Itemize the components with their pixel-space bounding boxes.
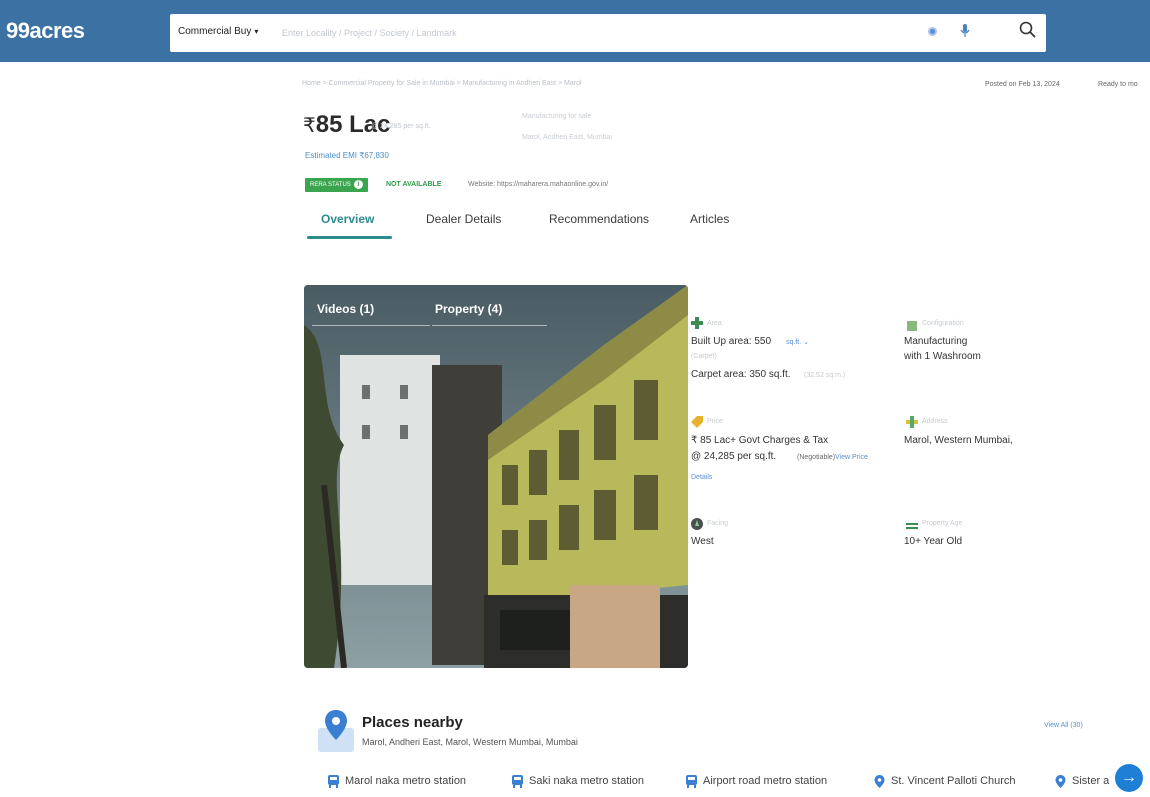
project-title: Manufacturing for sale [522,113,592,120]
place-chip-church[interactable]: St. Vincent Palloti Church [874,770,1016,792]
view-price-link[interactable]: View Price [835,454,868,461]
search-type-dropdown[interactable]: Commercial Buy ▾ [178,26,258,37]
places-nearby-title: Places nearby [362,714,463,731]
property-photo[interactable] [304,285,688,668]
price-tag-icon [691,416,703,428]
price-per-sqft: @ 24,285 per sq.ft. [371,123,431,130]
carpet-area: Carpet area: 350 sq.ft. [691,369,791,380]
configuration-washroom: with 1 Washroom [904,351,981,362]
property-age-label: Property Age [922,520,963,527]
rera-badge: RERA STATUS i [305,178,368,192]
price-details-link[interactable]: Details [691,474,712,481]
place-chip-saki-naka[interactable]: Saki naka metro station [512,770,644,792]
mic-icon[interactable] [960,24,970,38]
facing-value: West [691,536,714,547]
property-tab-underline [432,325,547,326]
view-all-places-link[interactable]: View All (30) [1044,722,1083,729]
price-with-charges: ₹ 85 Lac+ Govt Charges & Tax [691,435,829,446]
tab-property-photos[interactable]: Property (4) [435,302,502,316]
facing-label: Facing [707,520,729,527]
places-map-pin-icon [318,710,354,752]
search-icon[interactable] [1018,20,1038,40]
map-pin-icon [1055,774,1066,788]
metro-icon [512,774,523,788]
location-icon[interactable] [928,27,937,36]
map-pin-icon [874,774,885,788]
price-label: Price [707,418,723,425]
tab-overview[interactable]: Overview [321,212,374,226]
address-label: Address [922,418,948,425]
search-input[interactable] [282,20,902,46]
building-photo-image [304,285,688,668]
places-nearby-location: Marol, Andheri East, Marol, Western Mumb… [362,737,578,747]
configuration-icon [907,321,917,331]
scroll-next-arrow-button[interactable]: → [1115,764,1143,792]
carpet-area-sqm: (32.52 sq.m.) [804,372,846,379]
tab-recommendations[interactable]: Recommendations [549,212,649,226]
property-age-value: 10+ Year Old [904,536,963,547]
site-logo[interactable]: 99acres [6,18,85,44]
chevron-down-icon: ▾ [254,27,259,36]
area-icon [691,317,703,329]
emi-estimate[interactable]: Estimated EMI ₹67,830 [305,151,389,160]
tab-videos[interactable]: Videos (1) [317,302,374,316]
search-type-label: Commercial Buy [178,26,252,37]
posted-date: Posted on Feb 13, 2024 [985,81,1060,88]
videos-tab-underline [312,325,430,326]
place-chip-marol-naka[interactable]: Marol naka metro station [328,770,466,792]
negotiable-tag: (Negotiable) [797,454,836,461]
availability-status: Ready to mo [1098,81,1138,88]
rera-website[interactable]: Website: https://maharera.mahaonline.gov… [468,181,608,188]
configuration-type: Manufacturing [904,336,968,347]
active-tab-indicator [307,236,392,239]
address-value: Marol, Western Mumbai, [904,435,1013,446]
top-header: 99acres Commercial Buy ▾ [0,0,1150,62]
breadcrumb[interactable]: Home > Commercial Property for Sale in M… [302,80,582,87]
property-age-icon [906,523,918,529]
metro-icon [328,774,339,788]
metro-icon [686,774,697,788]
address-icon [906,416,918,428]
search-bar: Commercial Buy ▾ [170,14,1046,52]
built-up-area: Built Up area: 550 [691,336,772,347]
place-chip-airport-road[interactable]: Airport road metro station [686,770,827,792]
carpet-label: (Carpet) [691,353,717,360]
area-label: Area [707,320,722,327]
place-chip-sister[interactable]: Sister a [1055,770,1109,792]
configuration-label: Configuration [922,320,964,327]
area-unit-dropdown[interactable]: sq.ft. ⌄ [786,338,809,346]
rera-status: NOT AVAILABLE [386,181,442,188]
info-icon[interactable]: i [353,180,363,189]
project-location: Marol, Andheri East, Mumbai [522,134,612,141]
detail-price-per-sqft: @ 24,285 per sq.ft. [691,451,777,462]
tab-dealer-details[interactable]: Dealer Details [426,212,501,226]
compass-icon [691,518,703,530]
tab-articles[interactable]: Articles [690,212,729,226]
